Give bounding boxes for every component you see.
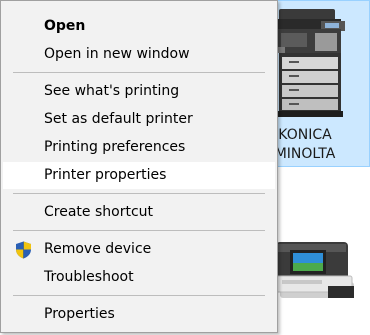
uac-shield-icon [16, 241, 31, 259]
menu-item-properties[interactable]: Properties [3, 301, 275, 328]
menu-item-remove-device[interactable]: Remove device [3, 236, 275, 263]
menu-item-troubleshoot[interactable]: Troubleshoot [3, 264, 275, 291]
menu-item-printing-preferences[interactable]: Printing preferences [3, 134, 275, 161]
menu-separator [13, 72, 265, 73]
context-menu: Open Open in new window See what's print… [0, 0, 278, 333]
menu-item-printer-properties[interactable]: Printer properties [3, 162, 275, 189]
menu-separator [13, 230, 265, 231]
multifunction-printer-icon [269, 9, 345, 117]
menu-item-set-as-default-printer[interactable]: Set as default printer [3, 106, 275, 133]
menu-item-open[interactable]: Open [3, 13, 275, 40]
menu-separator [13, 295, 265, 296]
menu-item-open-in-new-window[interactable]: Open in new window [3, 41, 275, 68]
menu-item-create-shortcut[interactable]: Create shortcut [3, 199, 275, 226]
photo-printer-icon[interactable] [272, 232, 356, 304]
menu-item-see-whats-printing[interactable]: See what's printing [3, 78, 275, 105]
menu-separator [13, 193, 265, 194]
menu-item-remove-device-label: Remove device [44, 241, 152, 257]
